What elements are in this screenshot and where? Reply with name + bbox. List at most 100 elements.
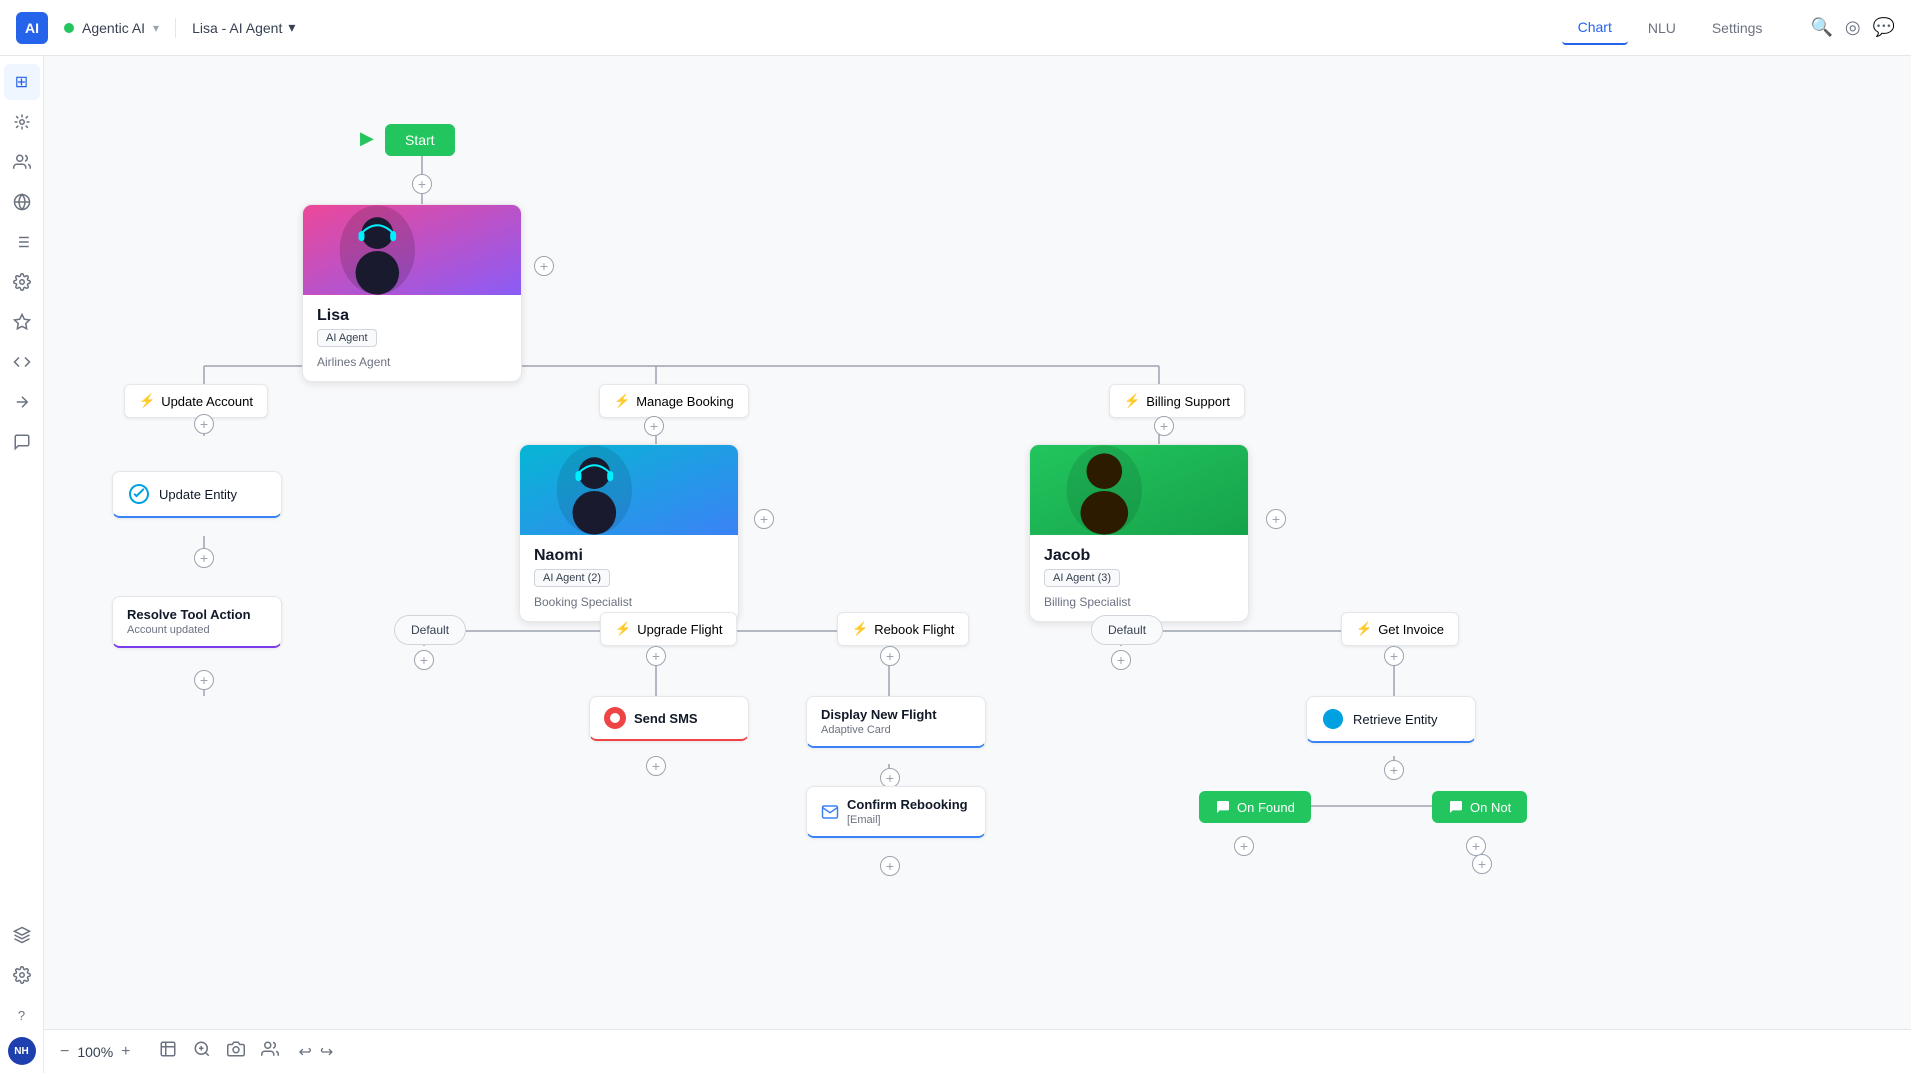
plus-btn-jacob-right[interactable]: + [1266,509,1286,529]
confirm-rebooking-node[interactable]: Confirm Rebooking [Email] [806,786,986,838]
default1-label[interactable]: Default [394,615,466,645]
default2-node[interactable]: Default [1091,615,1163,645]
user-avatar[interactable]: NH [8,1037,36,1065]
flow-canvas[interactable]: ▶ Start + [44,56,1911,1073]
naomi-badge: AI Agent (2) [534,569,610,587]
plus-btn-start[interactable]: + [412,174,432,194]
sidebar-item-list[interactable] [4,224,40,260]
chat-bubble-icon[interactable]: 💬 [1873,17,1895,38]
plus-btn-billing-support[interactable]: + [1154,416,1174,436]
jacob-badge: AI Agent (3) [1044,569,1120,587]
zoom-to-selection-button[interactable] [193,1040,211,1063]
update-entity-node[interactable]: Update Entity [112,471,282,518]
sidebar-item-grid[interactable]: ⊞ [4,64,40,100]
search-icon[interactable]: 🔍 [1810,17,1832,38]
rebook-flight-node[interactable]: ⚡ Rebook Flight [837,612,969,646]
start-arrow-icon: ▶ [360,128,374,149]
zoom-controls: − 100% + [60,1043,131,1061]
plus-btn-naomi-right[interactable]: + [754,509,774,529]
sidebar-item-people[interactable] [4,144,40,180]
plus-btn-confirm-rebooking[interactable]: + [880,856,900,876]
plus-btn-send-sms[interactable]: + [646,756,666,776]
plus-btn-update-entity[interactable]: + [194,548,214,568]
sidebar-bottom: ? NH [4,917,40,1065]
sidebar-item-code[interactable] [4,344,40,380]
plus-btn-default1[interactable]: + [414,650,434,670]
billing-support-node[interactable]: ⚡ Billing Support [1109,384,1245,418]
default1-node[interactable]: Default [394,615,466,645]
plus-btn-manage-booking[interactable]: + [644,416,664,436]
nav-chart[interactable]: Chart [1562,11,1628,45]
screenshot-button[interactable] [227,1040,245,1063]
on-found-node[interactable]: On Found [1199,791,1311,823]
update-entity-label: Update Entity [159,487,237,502]
update-account-node[interactable]: ⚡ Update Account [124,384,268,418]
agent-selector[interactable]: Lisa - AI Agent ▾ [192,19,295,36]
zoom-in-button[interactable]: + [121,1043,130,1061]
default2-label[interactable]: Default [1091,615,1163,645]
agent-chevron-icon: ▾ [288,19,295,36]
plus-btn-default2[interactable]: + [1111,650,1131,670]
send-sms-node[interactable]: Send SMS [589,696,749,741]
agent-name: Lisa - AI Agent [192,20,282,36]
sidebar-item-export[interactable] [4,384,40,420]
fit-view-button[interactable] [159,1040,177,1063]
start-button[interactable]: Start [385,124,455,156]
sidebar-item-pin[interactable] [4,304,40,340]
undo-redo-controls: ↩ ↪ [299,1042,334,1062]
sidebar-item-chat[interactable] [4,424,40,460]
lightning-icon: ⚡ [139,393,155,409]
undo-button[interactable]: ↩ [299,1042,312,1062]
topbar-nav: Chart NLU Settings [1562,11,1779,45]
manage-booking-node[interactable]: ⚡ Manage Booking [599,384,749,418]
naomi-agent-card[interactable]: Naomi AI Agent (2) Booking Specialist [519,444,739,622]
on-not-label: On Not [1470,800,1511,815]
bottom-tools [159,1040,279,1063]
plus-btn-resolve-tool-action[interactable]: + [194,670,214,690]
toggle-icon[interactable]: ◎ [1845,17,1861,38]
bottom-bar: − 100% + ↩ ↪ [44,1029,1911,1073]
brand-status-dot [64,23,74,33]
plus-btn-upgrade-flight[interactable]: + [646,646,666,666]
redo-button[interactable]: ↪ [320,1042,333,1062]
display-new-flight-node[interactable]: Display New Flight Adaptive Card [806,696,986,748]
resolve-tool-action-node[interactable]: Resolve Tool Action Account updated [112,596,282,648]
plus-btn-bottom-1[interactable]: + [1472,854,1492,874]
plus-btn-on-not[interactable]: + [1466,836,1486,856]
jacob-desc: Billing Specialist [1044,595,1234,609]
plus-btn-get-invoice[interactable]: + [1384,646,1404,666]
lisa-agent-card[interactable]: Lisa AI Agent Airlines Agent [302,204,522,382]
jacob-agent-card[interactable]: Jacob AI Agent (3) Billing Specialist [1029,444,1249,622]
plus-btn-display-new-flight[interactable]: + [880,768,900,788]
plus-btn-rebook-flight[interactable]: + [880,646,900,666]
sidebar-item-config[interactable] [4,957,40,993]
zoom-out-button[interactable]: − [60,1043,69,1061]
sidebar-item-layers[interactable] [4,917,40,953]
send-sms-label: Send SMS [634,711,698,726]
sidebar-item-settings[interactable] [4,264,40,300]
sidebar-item-flow[interactable] [4,104,40,140]
jacob-name: Jacob [1044,547,1234,565]
get-invoice-node[interactable]: ⚡ Get Invoice [1341,612,1459,646]
brand-selector[interactable]: Agentic AI ▾ [64,20,159,36]
brand-name: Agentic AI [82,20,145,36]
sidebar-item-globe[interactable] [4,184,40,220]
lightning-icon-invoice: ⚡ [1356,621,1372,637]
plus-btn-lisa-right[interactable]: + [534,256,554,276]
lightning-icon-billing: ⚡ [1124,393,1140,409]
nav-settings[interactable]: Settings [1696,12,1779,44]
plus-btn-update-account[interactable]: + [194,414,214,434]
display-new-flight-label: Display New Flight [821,707,971,722]
lisa-badge: AI Agent [317,329,377,347]
help-button[interactable]: ? [4,997,40,1033]
upgrade-flight-node[interactable]: ⚡ Upgrade Flight [600,612,737,646]
topbar: AI Agentic AI ▾ Lisa - AI Agent ▾ Chart … [0,0,1911,56]
retrieve-entity-node[interactable]: Retrieve Entity [1306,696,1476,743]
resolve-tool-action-title: Resolve Tool Action [127,607,267,622]
voice-button[interactable] [261,1040,279,1063]
plus-btn-on-found[interactable]: + [1234,836,1254,856]
nav-nlu[interactable]: NLU [1632,12,1692,44]
plus-btn-retrieve-entity[interactable]: + [1384,760,1404,780]
sidebar: ⊞ ? NH [0,56,44,1073]
on-not-node[interactable]: On Not [1432,791,1527,823]
